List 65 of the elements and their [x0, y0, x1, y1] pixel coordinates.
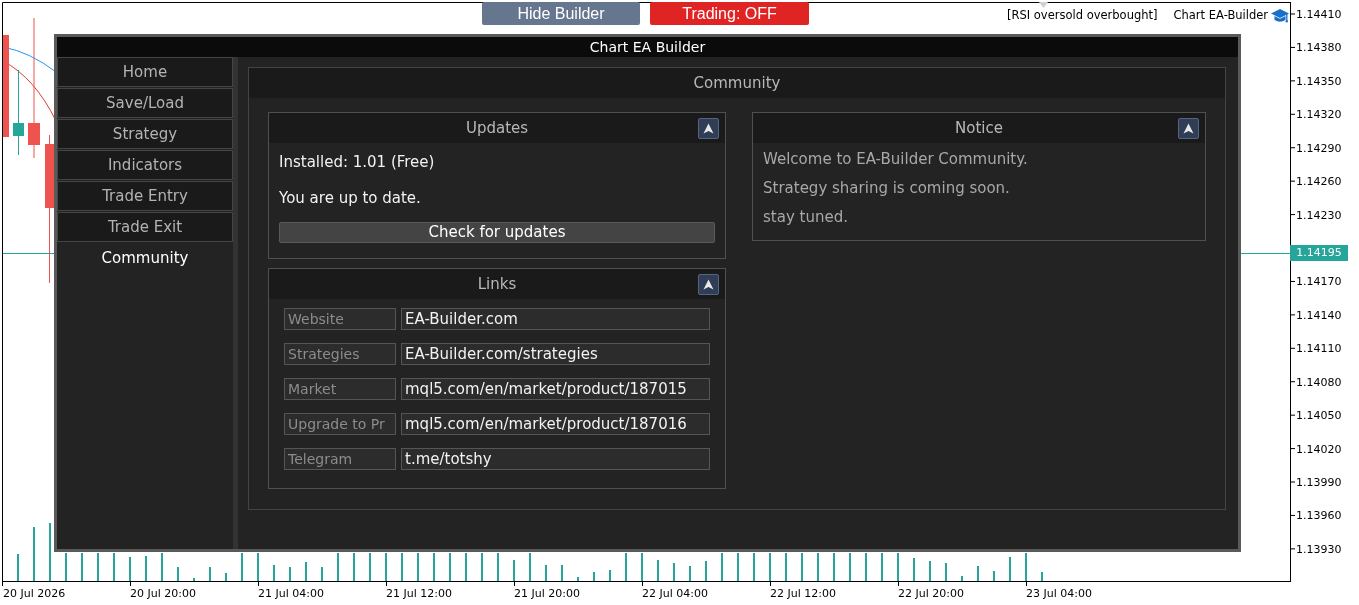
time-label: 22 Jul 20:00 — [898, 587, 964, 600]
price-label: 1.13960 — [1296, 509, 1342, 523]
link-label: Strategies — [284, 343, 396, 365]
nav-button[interactable]: Trade Exit — [57, 212, 233, 242]
nav-button[interactable]: Strategy — [57, 119, 233, 149]
price-label: 1.14020 — [1296, 442, 1342, 456]
price-label: 1.14290 — [1296, 141, 1342, 155]
price-label: 1.14230 — [1296, 208, 1342, 222]
triangle-marker-icon — [1039, 2, 1048, 8]
price-label: 1.14350 — [1296, 74, 1342, 88]
link-field[interactable]: EA-Builder.com — [401, 308, 710, 330]
link-field[interactable]: EA-Builder.com/strategies — [401, 343, 710, 365]
graduation-cap-icon — [1271, 8, 1290, 24]
time-label: 21 Jul 12:00 — [386, 587, 452, 600]
nav-button[interactable]: Trade Entry — [57, 181, 233, 211]
panel-title: Community — [693, 72, 781, 94]
check-updates-button[interactable]: Check for updates — [279, 222, 715, 243]
current-price-badge: 1.14195 — [1290, 245, 1348, 261]
price-label: 1.14170 — [1296, 275, 1342, 289]
price-label: 1.14260 — [1296, 175, 1342, 189]
link-label: Website — [284, 308, 396, 330]
link-field[interactable]: t.me/totshy — [401, 448, 710, 470]
time-label: 21 Jul 20:00 — [514, 587, 580, 600]
arrowhead-up-icon — [1183, 122, 1194, 134]
collapse-button[interactable] — [1178, 117, 1199, 139]
time-label: 20 Jul 2026 — [3, 587, 66, 600]
price-label: 1.13990 — [1296, 476, 1342, 489]
link-label: Upgrade to Pr — [284, 413, 396, 435]
nav-button[interactable]: Home — [57, 57, 233, 87]
section-title: Links — [476, 273, 518, 295]
time-label: 20 Jul 20:00 — [130, 587, 196, 600]
time-label: 22 Jul 04:00 — [642, 587, 708, 600]
price-label: 1.13930 — [1296, 542, 1342, 556]
window-title: Chart EA Builder — [589, 38, 706, 57]
link-field[interactable]: mql5.com/en/market/product/187015 — [401, 378, 710, 400]
hide-builder-button[interactable]: Hide Builder — [482, 2, 640, 25]
link-label: Market — [284, 378, 396, 400]
price-label: 1.14320 — [1296, 108, 1342, 122]
price-label: 1.14080 — [1296, 375, 1342, 389]
arrowhead-up-icon — [703, 278, 714, 290]
price-label: 1.14410 — [1296, 8, 1342, 21]
section-title: Notice — [954, 117, 1004, 139]
expert-label: Chart EA-Builder — [1173, 7, 1269, 25]
installed-version-text: Installed: 1.01 (Free) — [279, 152, 436, 172]
link-label: Telegram — [284, 448, 396, 470]
notice-text: stay tuned. — [763, 207, 849, 228]
time-label: 22 Jul 12:00 — [770, 587, 836, 600]
nav-button[interactable]: Save/Load — [57, 88, 233, 118]
price-label: 1.14140 — [1296, 308, 1342, 322]
trading-toggle-button[interactable]: Trading: OFF — [650, 2, 809, 25]
collapse-button[interactable] — [698, 117, 719, 139]
arrowhead-up-icon — [703, 122, 714, 134]
notice-text: Strategy sharing is coming soon. — [763, 178, 1011, 199]
nav-button[interactable]: Indicators — [57, 150, 233, 180]
notice-text: Welcome to EA-Builder Community. — [763, 149, 1029, 170]
link-field[interactable]: mql5.com/en/market/product/187016 — [401, 413, 710, 435]
price-label: 1.14380 — [1296, 41, 1342, 55]
time-label: 23 Jul 04:00 — [1026, 587, 1092, 600]
price-label: 1.14050 — [1296, 409, 1342, 423]
update-status-text: You are up to date. — [279, 188, 422, 208]
time-label: 21 Jul 04:00 — [258, 587, 324, 600]
price-label: 1.14110 — [1296, 342, 1342, 356]
collapse-button[interactable] — [698, 273, 719, 295]
section-title: Updates — [464, 117, 530, 139]
indicator-label: [RSI oversold overbought] — [1007, 7, 1158, 25]
